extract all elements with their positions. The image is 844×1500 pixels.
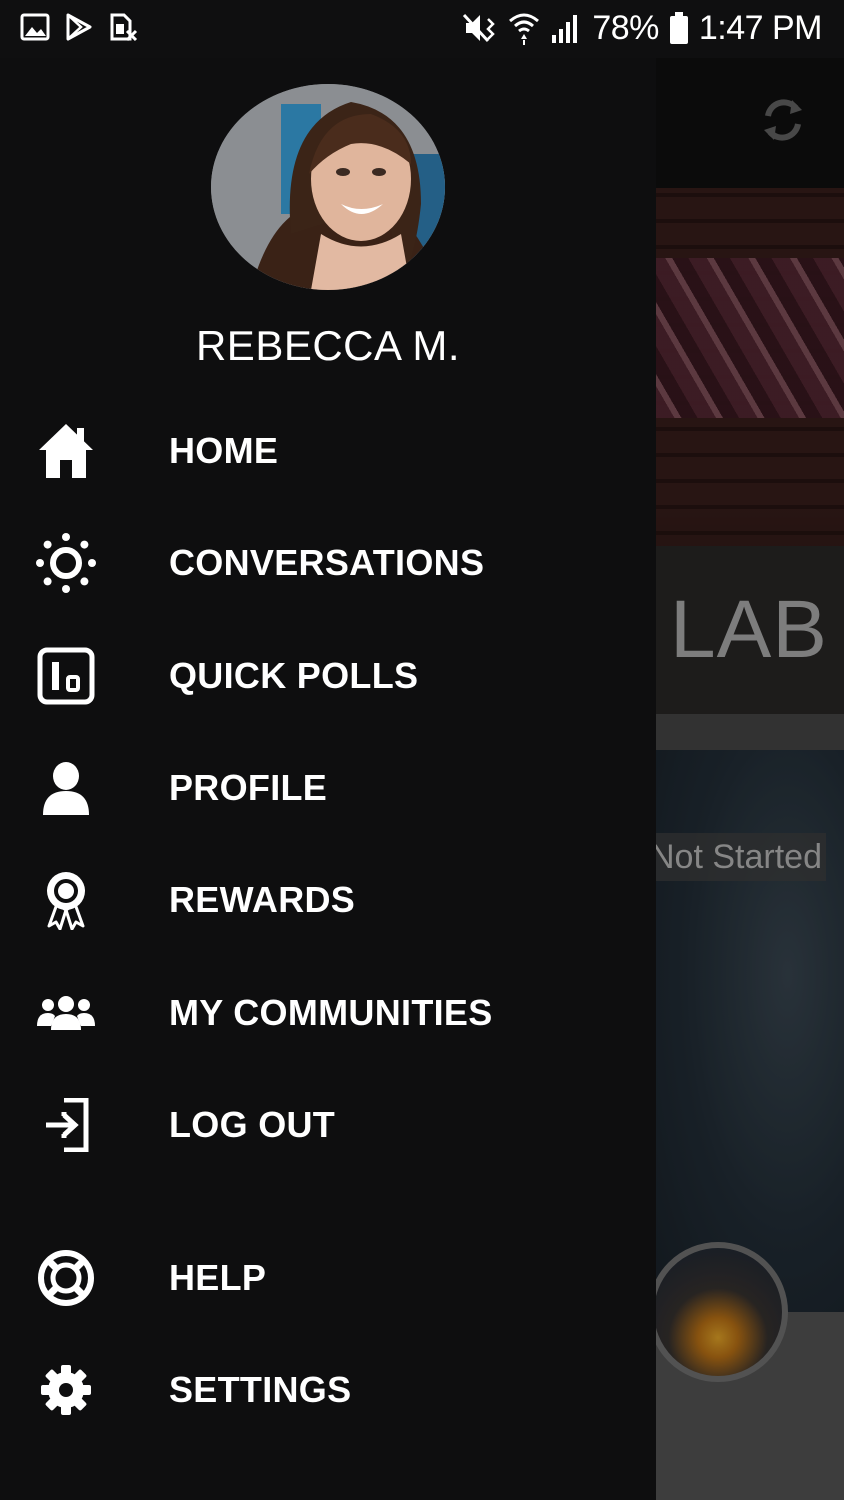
nav-item-label: PROFILE — [169, 767, 328, 808]
status-bar: 78% 1:47 PM — [0, 0, 844, 58]
nav-item-conversations[interactable]: CONVERSATIONS — [0, 507, 656, 619]
nav-item-my-communities[interactable]: MY COMMUNITIES — [0, 957, 656, 1069]
nav-item-label: HOME — [169, 430, 279, 471]
nav-item-label: CONVERSATIONS — [169, 542, 485, 583]
wifi-icon — [509, 13, 540, 45]
user-name: REBECCA M. — [195, 322, 461, 369]
group-icon — [36, 983, 96, 1043]
nav-item-help[interactable]: HELP — [0, 1222, 656, 1334]
nav-item-profile[interactable]: PROFILE — [0, 732, 656, 844]
nav-item-quick-polls[interactable]: QUICK POLLS — [0, 620, 656, 732]
nav-item-home[interactable]: HOME — [0, 395, 656, 507]
navigation-drawer: REBECCA M. HOME CONVERSATIONS QUICK POLL… — [0, 58, 656, 1500]
award-ribbon-icon — [36, 870, 96, 930]
home-icon — [36, 421, 96, 481]
battery-percent: 78% — [592, 8, 659, 47]
nav-item-label: SETTINGS — [169, 1369, 352, 1410]
play-store-icon — [66, 13, 92, 41]
nav-item-log-out[interactable]: LOG OUT — [0, 1069, 656, 1181]
gear-icon — [36, 1360, 96, 1420]
mute-icon — [463, 13, 496, 43]
battery-icon — [669, 12, 688, 44]
nav-item-rewards[interactable]: REWARDS — [0, 844, 656, 956]
background-app[interactable]: LAB Not Started — [656, 58, 844, 1500]
person-icon — [36, 758, 96, 818]
nav-item-label: MY COMMUNITIES — [169, 992, 493, 1033]
gallery-icon — [20, 13, 50, 41]
poll-icon — [36, 646, 96, 706]
nav-item-label: HELP — [169, 1257, 267, 1298]
signal-icon — [552, 15, 578, 43]
nav-item-label: REWARDS — [169, 879, 356, 920]
sun-icon — [36, 533, 96, 593]
clock: 1:47 PM — [698, 8, 823, 47]
lifebuoy-icon — [36, 1248, 96, 1308]
nav-item-label: QUICK POLLS — [169, 655, 419, 696]
avatar[interactable] — [211, 84, 445, 290]
nav-item-settings[interactable]: SETTINGS — [0, 1334, 656, 1446]
drawer-scrim[interactable] — [656, 58, 844, 1500]
nav-item-label: LOG OUT — [169, 1104, 336, 1145]
sim-off-icon — [110, 13, 138, 42]
logout-icon — [36, 1095, 96, 1155]
